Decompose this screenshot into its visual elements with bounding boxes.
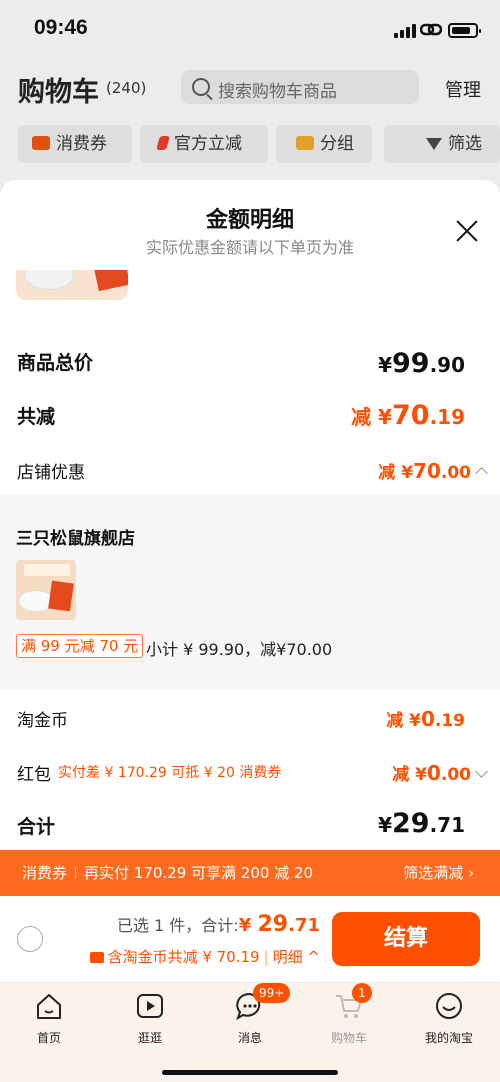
total-reduction-value: 减 ¥70.19 xyxy=(351,400,465,431)
page-title: 购物车 xyxy=(18,77,99,108)
shop-discount-label: 店铺优惠 xyxy=(17,463,85,483)
battery-icon xyxy=(448,23,481,38)
manage-button[interactable]: 管理 xyxy=(445,76,481,102)
lightning-icon xyxy=(156,136,170,150)
chevron-down-icon xyxy=(475,765,488,778)
total-amount: ¥ 29.71 xyxy=(238,912,320,937)
product-thumbnail xyxy=(16,560,76,620)
cart-icon: 1 xyxy=(334,983,372,1021)
redpacket-value[interactable]: 减 ¥0.00 xyxy=(392,760,488,785)
filter-chip-official-discount[interactable]: 官方立减 xyxy=(140,125,268,163)
redpacket-note: 实付差 ¥ 170.29 可抵 ¥ 20 消费券 xyxy=(58,765,282,781)
search-placeholder: 搜索购物车商品 xyxy=(218,82,337,102)
search-icon xyxy=(192,78,210,96)
cart-count: (240) xyxy=(106,79,147,97)
status-time: 09:46 xyxy=(34,16,88,39)
filter-promo-link[interactable]: 筛选满减 › xyxy=(403,850,474,896)
store-discount-panel: 三只松鼠旗舰店 满 99 元减 70 元 小计 ¥ 99.90，减¥70.00 xyxy=(0,494,500,690)
promo-tag: 满 99 元减 70 元 xyxy=(16,634,144,658)
tab-home[interactable]: 首页 xyxy=(9,991,89,1046)
banner-text: 再实付 170.29 可享满 200 减 20 xyxy=(84,864,314,882)
bottom-tab-bar: 首页 逛逛 99+ 消息 1 购物车 我的淘宝 xyxy=(0,982,500,1082)
play-icon xyxy=(135,991,165,1021)
sheet-title: 金额明细 xyxy=(205,208,294,233)
home-icon xyxy=(34,991,64,1021)
filter-chip-filter[interactable]: 筛选 xyxy=(384,125,500,163)
store-subtotal: 小计 ¥ 99.90，减¥70.00 xyxy=(146,640,333,659)
folder-icon xyxy=(296,136,314,150)
smile-icon xyxy=(434,991,464,1021)
filter-chip-coupon[interactable]: 消费券 xyxy=(18,125,132,163)
coupon-icon xyxy=(89,952,104,963)
checkout-button[interactable]: 结算 xyxy=(332,912,480,966)
sum-value: ¥29.71 xyxy=(378,808,465,839)
filter-icon xyxy=(426,138,442,150)
home-indicator xyxy=(162,1070,338,1075)
selection-summary: 已选 1 件，合计:¥ 29.71 xyxy=(116,912,320,937)
chevron-up-icon xyxy=(475,467,488,480)
checkout-bar: 已选 1 件，合计:¥ 29.71 含淘金币共减 ¥ 70.19 | 明细 ^ 结算 xyxy=(0,896,500,982)
coin-value: 减 ¥0.19 xyxy=(386,707,465,731)
tab-messages[interactable]: 99+ 消息 xyxy=(210,983,291,1046)
close-icon[interactable] xyxy=(454,218,480,244)
redpacket-label: 红包 xyxy=(17,765,51,785)
coupon-icon xyxy=(32,136,50,150)
coupon-banner[interactable]: 消费券 再实付 170.29 可享满 200 减 20 筛选满减 › xyxy=(0,850,500,896)
message-badge: 99+ xyxy=(253,983,291,1003)
total-price-label: 商品总价 xyxy=(17,352,94,374)
total-price-value: ¥99.90 xyxy=(378,348,465,379)
sheet-subtitle: 实际优惠金额请以下单页为准 xyxy=(145,238,354,257)
shop-discount-value[interactable]: 减 ¥70.00 xyxy=(378,458,488,483)
sum-label: 合计 xyxy=(17,816,56,838)
status-bar: 09:46 xyxy=(0,0,500,58)
tab-browse[interactable]: 逛逛 xyxy=(110,991,190,1046)
amount-detail-sheet: 金额明细 实际优惠金额请以下单页为准 商品总价 ¥99.90 共减 减 ¥70.… xyxy=(0,180,500,1082)
message-icon: 99+ xyxy=(235,983,291,1021)
select-all-checkbox[interactable] xyxy=(17,926,43,952)
total-reduction-label: 共减 xyxy=(17,406,56,428)
tab-cart[interactable]: 1 购物车 xyxy=(309,983,389,1046)
cart-badge: 1 xyxy=(352,983,372,1003)
product-image-top xyxy=(16,270,128,300)
store-name: 三只松鼠旗舰店 xyxy=(16,529,135,549)
banner-tag: 消费券 xyxy=(22,864,68,882)
filter-chip-group[interactable]: 分组 xyxy=(276,125,372,163)
tab-my-taobao[interactable]: 我的淘宝 xyxy=(409,991,489,1046)
discount-summary[interactable]: 含淘金币共减 ¥ 70.19 | 明细 ^ xyxy=(89,946,320,967)
signal-icon xyxy=(394,24,416,38)
detail-toggle[interactable]: 明细 ^ xyxy=(273,948,320,966)
coin-label: 淘金币 xyxy=(17,711,68,731)
link-icon xyxy=(419,22,443,38)
